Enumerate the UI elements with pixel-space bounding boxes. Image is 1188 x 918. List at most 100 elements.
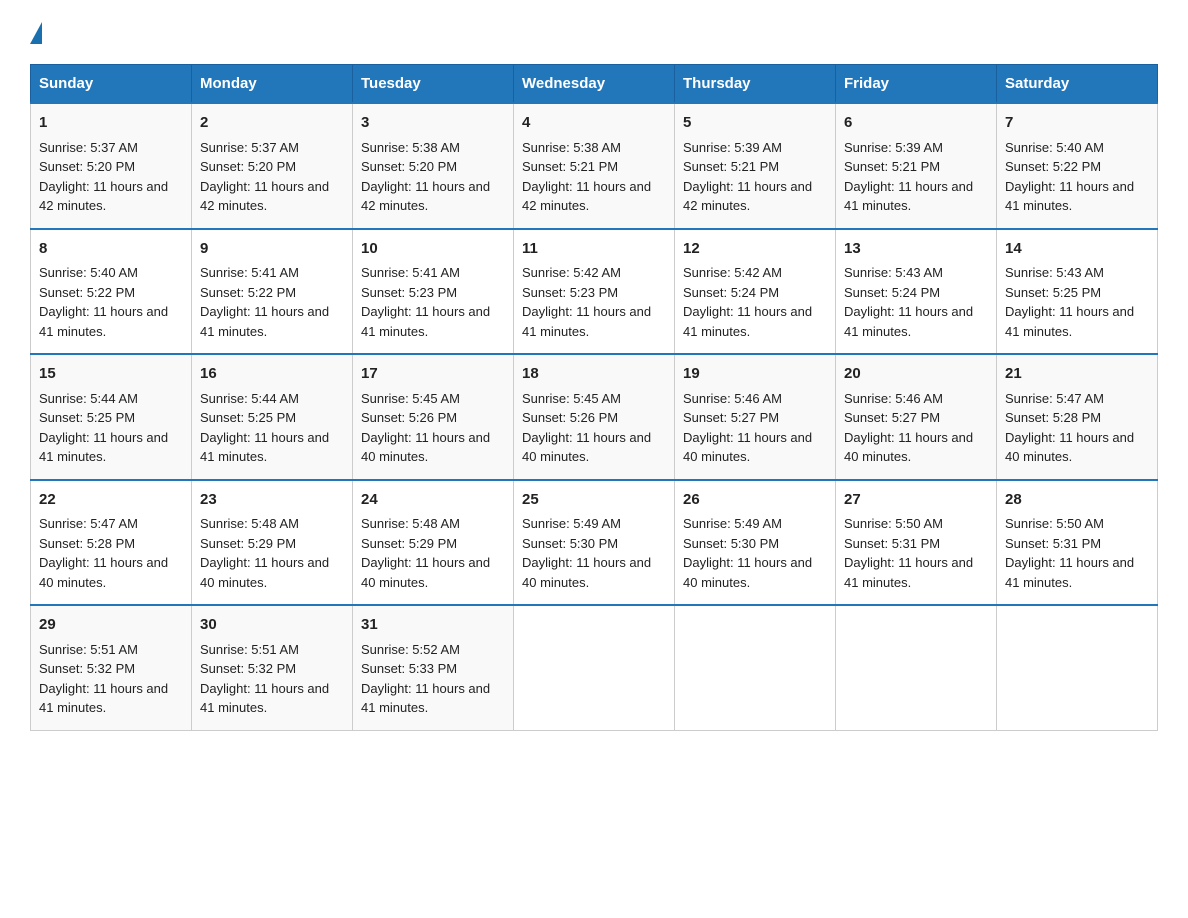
day-number: 16 — [200, 363, 344, 386]
daylight-text: Daylight: 11 hours and 40 minutes. — [522, 555, 651, 590]
sunrise-text: Sunrise: 5:44 AM — [200, 391, 299, 406]
sunset-text: Sunset: 5:26 PM — [522, 410, 618, 425]
calendar-cell — [514, 605, 675, 730]
calendar-table: SundayMondayTuesdayWednesdayThursdayFrid… — [30, 64, 1158, 731]
weekday-header-friday: Friday — [836, 65, 997, 104]
calendar-cell: 22Sunrise: 5:47 AMSunset: 5:28 PMDayligh… — [31, 480, 192, 606]
day-number: 25 — [522, 489, 666, 512]
sunrise-text: Sunrise: 5:49 AM — [522, 516, 621, 531]
calendar-cell: 2 Sunrise: 5:37 AM Sunset: 5:20 PM Daylight… — [192, 103, 353, 229]
calendar-cell: 29Sunrise: 5:51 AMSunset: 5:32 PMDayligh… — [31, 605, 192, 730]
daylight-text: Daylight: 11 hours and 40 minutes. — [361, 555, 490, 590]
calendar-cell: 31Sunrise: 5:52 AMSunset: 5:33 PMDayligh… — [353, 605, 514, 730]
day-number: 12 — [683, 238, 827, 261]
sunrise-text: Sunrise: 5:47 AM — [39, 516, 138, 531]
daylight-text: Daylight: 11 hours and 40 minutes. — [1005, 430, 1134, 465]
day-number: 23 — [200, 489, 344, 512]
sunrise-text: Sunrise: 5:40 AM — [39, 265, 138, 280]
daylight-text: Daylight: 11 hours and 42 minutes. — [361, 179, 490, 214]
weekday-header-thursday: Thursday — [675, 65, 836, 104]
sunrise-text: Sunrise: 5:41 AM — [361, 265, 460, 280]
calendar-cell: 13Sunrise: 5:43 AMSunset: 5:24 PMDayligh… — [836, 229, 997, 355]
day-number: 17 — [361, 363, 505, 386]
daylight-text: Daylight: 11 hours and 41 minutes. — [39, 430, 168, 465]
sunrise-text: Sunrise: 5:37 AM — [200, 140, 299, 155]
daylight-text: Daylight: 11 hours and 40 minutes. — [683, 555, 812, 590]
sunset-text: Sunset: 5:26 PM — [361, 410, 457, 425]
sunrise-text: Sunrise: 5:47 AM — [1005, 391, 1104, 406]
daylight-text: Daylight: 11 hours and 41 minutes. — [844, 555, 973, 590]
calendar-cell: 3 Sunrise: 5:38 AM Sunset: 5:20 PM Daylight… — [353, 103, 514, 229]
day-number: 28 — [1005, 489, 1149, 512]
sunrise-text: Sunrise: 5:50 AM — [1005, 516, 1104, 531]
day-number: 2 — [200, 112, 344, 135]
daylight-text: Daylight: 11 hours and 41 minutes. — [1005, 304, 1134, 339]
calendar-cell: 5Sunrise: 5:39 AMSunset: 5:21 PMDaylight… — [675, 103, 836, 229]
page-header — [30, 20, 1158, 44]
day-number: 1 — [39, 112, 183, 135]
sunset-text: Sunset: 5:25 PM — [1005, 285, 1101, 300]
calendar-cell: 28 Sunrise: 5:50 AM Sunset: 5:31 PM Dayligh… — [997, 480, 1158, 606]
weekday-header-tuesday: Tuesday — [353, 65, 514, 104]
calendar-cell: 25 Sunrise: 5:49 AM Sunset: 5:30 PM Dayligh… — [514, 480, 675, 606]
sunset-text: Sunset: 5:25 PM — [39, 410, 135, 425]
calendar-cell: 7Sunrise: 5:40 AMSunset: 5:22 PMDaylight… — [997, 103, 1158, 229]
sunrise-text: Sunrise: 5:41 AM — [200, 265, 299, 280]
daylight-text: Daylight: 11 hours and 42 minutes. — [200, 179, 329, 214]
day-number: 14 — [1005, 238, 1149, 261]
sunrise-text: Sunrise: 5:38 AM — [361, 140, 460, 155]
sunset-text: Sunset: 5:33 PM — [361, 661, 457, 676]
sunset-text: Sunset: 5:20 PM — [200, 159, 296, 174]
calendar-week-row: 22Sunrise: 5:47 AMSunset: 5:28 PMDayligh… — [31, 480, 1158, 606]
sunrise-text: Sunrise: 5:48 AM — [361, 516, 460, 531]
sunrise-text: Sunrise: 5:51 AM — [39, 642, 138, 657]
sunset-text: Sunset: 5:29 PM — [361, 536, 457, 551]
daylight-text: Daylight: 11 hours and 41 minutes. — [683, 304, 812, 339]
day-number: 20 — [844, 363, 988, 386]
daylight-text: Daylight: 11 hours and 41 minutes. — [522, 304, 651, 339]
calendar-cell: 27Sunrise: 5:50 AMSunset: 5:31 PMDayligh… — [836, 480, 997, 606]
sunset-text: Sunset: 5:30 PM — [522, 536, 618, 551]
daylight-text: Daylight: 11 hours and 41 minutes. — [1005, 555, 1134, 590]
logo — [30, 20, 42, 44]
daylight-text: Daylight: 11 hours and 41 minutes. — [1005, 179, 1134, 214]
sunset-text: Sunset: 5:21 PM — [683, 159, 779, 174]
daylight-text: Daylight: 11 hours and 41 minutes. — [844, 179, 973, 214]
day-number: 8 — [39, 238, 183, 261]
sunset-text: Sunset: 5:20 PM — [361, 159, 457, 174]
daylight-text: Daylight: 11 hours and 42 minutes. — [522, 179, 651, 214]
daylight-text: Daylight: 11 hours and 41 minutes. — [39, 681, 168, 716]
sunrise-text: Sunrise: 5:38 AM — [522, 140, 621, 155]
sunrise-text: Sunrise: 5:45 AM — [522, 391, 621, 406]
sunrise-text: Sunrise: 5:39 AM — [844, 140, 943, 155]
daylight-text: Daylight: 11 hours and 40 minutes. — [39, 555, 168, 590]
calendar-cell: 12Sunrise: 5:42 AMSunset: 5:24 PMDayligh… — [675, 229, 836, 355]
day-number: 3 — [361, 112, 505, 135]
sunrise-text: Sunrise: 5:48 AM — [200, 516, 299, 531]
sunset-text: Sunset: 5:28 PM — [39, 536, 135, 551]
sunrise-text: Sunrise: 5:51 AM — [200, 642, 299, 657]
weekday-header-sunday: Sunday — [31, 65, 192, 104]
weekday-header-saturday: Saturday — [997, 65, 1158, 104]
sunset-text: Sunset: 5:21 PM — [844, 159, 940, 174]
sunset-text: Sunset: 5:22 PM — [200, 285, 296, 300]
calendar-week-row: 15Sunrise: 5:44 AMSunset: 5:25 PMDayligh… — [31, 354, 1158, 480]
calendar-cell: 6Sunrise: 5:39 AMSunset: 5:21 PMDaylight… — [836, 103, 997, 229]
daylight-text: Daylight: 11 hours and 41 minutes. — [200, 430, 329, 465]
calendar-cell: 24 Sunrise: 5:48 AM Sunset: 5:29 PM Dayligh… — [353, 480, 514, 606]
sunset-text: Sunset: 5:31 PM — [1005, 536, 1101, 551]
logo-triangle-icon — [30, 22, 42, 44]
daylight-text: Daylight: 11 hours and 40 minutes. — [683, 430, 812, 465]
calendar-cell: 11Sunrise: 5:42 AMSunset: 5:23 PMDayligh… — [514, 229, 675, 355]
calendar-cell: 19Sunrise: 5:46 AMSunset: 5:27 PMDayligh… — [675, 354, 836, 480]
calendar-cell: 10Sunrise: 5:41 AMSunset: 5:23 PMDayligh… — [353, 229, 514, 355]
daylight-text: Daylight: 11 hours and 41 minutes. — [200, 304, 329, 339]
calendar-week-row: 8 Sunrise: 5:40 AM Sunset: 5:22 PM Daylight… — [31, 229, 1158, 355]
sunset-text: Sunset: 5:22 PM — [1005, 159, 1101, 174]
day-number: 21 — [1005, 363, 1149, 386]
sunset-text: Sunset: 5:32 PM — [200, 661, 296, 676]
daylight-text: Daylight: 11 hours and 41 minutes. — [361, 681, 490, 716]
calendar-cell: 30Sunrise: 5:51 AMSunset: 5:32 PMDayligh… — [192, 605, 353, 730]
day-number: 24 — [361, 489, 505, 512]
weekday-header-wednesday: Wednesday — [514, 65, 675, 104]
